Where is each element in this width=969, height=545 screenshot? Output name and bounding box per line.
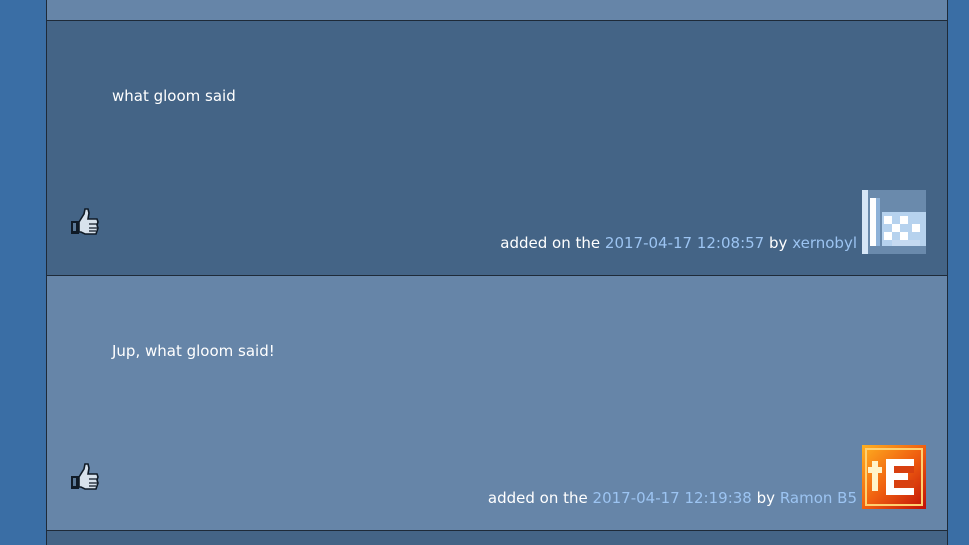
comment-text: Jup, what gloom said! [112, 342, 275, 360]
comment-meta: added on the 2017-04-17 12:19:38 by Ramo… [488, 489, 857, 507]
comments-column: what gloom said added on the 2017-04-17 … [46, 0, 948, 545]
xernobyl-avatar-icon[interactable] [862, 190, 926, 254]
added-on-label: added on the [487, 489, 588, 507]
comment-date-link[interactable]: 2017-04-17 12:08:57 [605, 234, 764, 252]
comment-item: Jup, what gloom said! added on the 2017-… [47, 276, 947, 531]
thumbs-up-icon[interactable] [67, 460, 103, 496]
comment-meta: added on the 2017-04-17 12:08:57 by xern… [500, 234, 857, 252]
by-label: by [756, 489, 776, 507]
comment-text: what gloom said [112, 87, 236, 105]
previous-comment-stub [47, 0, 947, 21]
comment-date-link[interactable]: 2017-04-17 12:19:38 [593, 489, 752, 507]
author-link[interactable]: xernobyl [792, 234, 857, 252]
author-link[interactable]: Ramon B5 [780, 489, 857, 507]
ramon-b5-avatar-icon[interactable] [862, 445, 926, 509]
added-on-label: added on the [500, 234, 601, 252]
thumbs-up-icon[interactable] [67, 205, 103, 241]
by-label: by [769, 234, 788, 252]
comment-item: what gloom said added on the 2017-04-17 … [47, 21, 947, 276]
next-comment-stub [47, 531, 947, 545]
